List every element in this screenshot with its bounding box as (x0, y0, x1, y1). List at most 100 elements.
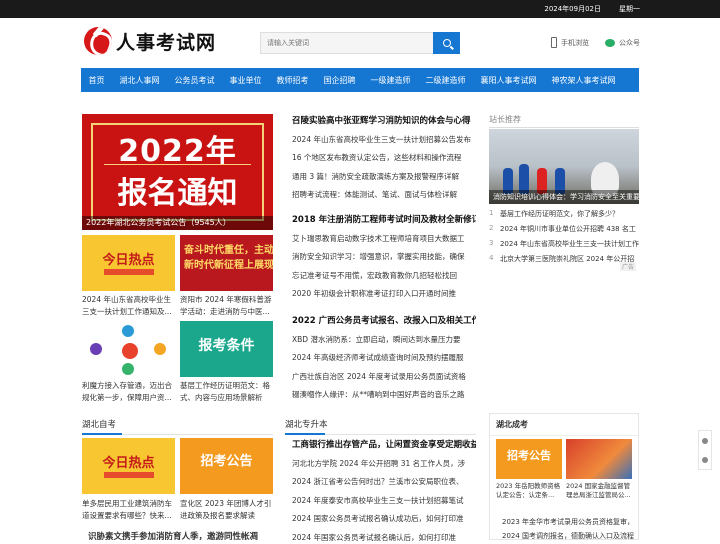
nav-item-constructor-1[interactable]: 一级建造师 (363, 75, 418, 86)
news-item[interactable]: 2024 年国家公务员考试报名确认后，如何打印准 (292, 532, 476, 544)
wechat-icon (605, 38, 615, 47)
rank-number: 1 (489, 209, 494, 217)
thumb-image-notice[interactable]: 招考公告 (496, 439, 562, 479)
search-input[interactable] (260, 32, 433, 54)
diagram-node (122, 343, 138, 359)
zsb-list: 工商银行推出存管产品，让闲置资金享受定期收益 河北北方学院 2024 年公开招聘… (292, 438, 476, 544)
section-hubei-zsb: 湖北专升本 (285, 415, 476, 435)
news-item[interactable]: 忘记准考证号不用慌，宏政教育教你几招轻松找回 (292, 270, 476, 282)
news-headline[interactable]: 2022 广西公务员考试报名、改报入口及相关工作 (292, 314, 476, 327)
hero-caption[interactable]: 2022年湖北公务员考试公告（9545人） (82, 216, 273, 230)
thumb-text: 招考公告 (507, 449, 551, 462)
news-item[interactable]: 2024 年高级经济师考试成绩查询时间及预约摆履服 (292, 352, 476, 364)
news-item[interactable]: 通用 3 篇！消防安全疏散演练方案及报警程序详解 (292, 171, 476, 183)
thumb-image-hot[interactable]: 今日热点 (82, 438, 175, 494)
rank-item[interactable]: 3 2024 年山东省高校毕业生三支一扶计划工作 (489, 239, 639, 251)
top-bar: 2024年09月02日 星期一 (0, 0, 720, 18)
section-title[interactable]: 湖北自考 (82, 420, 116, 430)
photo-caption[interactable]: 消防知识培训心得体会：学习消防安全至关重要， (489, 190, 639, 204)
wechat-link[interactable]: 公众号 (605, 38, 640, 48)
news-item[interactable]: 河北北方学院 2024 年公开招聘 31 名工作人员，涉 (292, 458, 476, 470)
thumb-image-banner[interactable] (566, 439, 632, 479)
search-button[interactable] (433, 32, 460, 54)
thumb-image-green[interactable]: 报考条件 (180, 321, 273, 377)
zikao-headline[interactable]: 识胁素文携手参加消防育人季，邀游同性帐凋 (88, 530, 273, 540)
thumb-image-notice[interactable]: 招考公告 (180, 438, 273, 494)
nav-item-home[interactable]: 首页 (81, 75, 112, 86)
nav-item-public-institution[interactable]: 事业单位 (222, 75, 269, 86)
news-item[interactable]: XBD 潜水消防系：立即启动，瞬间达到水量压力要 (292, 334, 476, 346)
news-item[interactable]: 2024 年度泰安市高校毕业生三支一扶计划招募笔试 (292, 495, 476, 507)
nav-item-teacher[interactable]: 教师招考 (269, 75, 316, 86)
wechat-link-label: 公众号 (619, 38, 640, 47)
thumb-bar (104, 472, 154, 478)
news-group-3: 2022 广西公务员考试报名、改报入口及相关工作 XBD 潜水消防系：立即启动，… (292, 314, 476, 401)
phone-icon[interactable] (702, 437, 708, 444)
news-group-1: 召陵实验高中张亚辉学习消防知识的体会与心得 2024 年山东省高校毕业生三支一扶… (292, 114, 476, 201)
search-icon (442, 39, 451, 47)
news-item[interactable]: 艾卜瑞思教育启动数字技术工程师培育项目大数据工 (292, 233, 476, 245)
nav-item-shennongjia[interactable]: 神农架人事考试网 (544, 75, 623, 86)
thumb-caption[interactable]: 2024 国家金融监督管理总局浙江监管局公... (566, 482, 632, 500)
thumb-caption[interactable]: 宣化区 2023 年团博人才引进政策及报名要求解读 (180, 498, 273, 522)
thumb-image-red[interactable]: 奋斗时代重任，主动担当新时代新征程上展现新 (180, 235, 273, 291)
wechat-icon[interactable] (702, 456, 708, 463)
thumb-caption[interactable]: 2023 年岳阳教师资格认定公告：认定条... (496, 482, 562, 500)
weekday-text: 星期一 (619, 5, 640, 13)
section-underline (285, 433, 325, 435)
thumb-caption[interactable]: 利魔方接入存管通，迈出合规化第一步，保障用户资... (82, 380, 175, 404)
thumb-text: 今日热点 (102, 456, 155, 471)
section-title[interactable]: 湖北成考 (490, 414, 638, 436)
nav-item-constructor-2[interactable]: 二级建造师 (418, 75, 473, 86)
thumb-text: 奋斗时代重任，主动担当新时代新征程上展现新 (184, 243, 273, 273)
site-logo[interactable]: 人事考试网 (84, 27, 216, 55)
rank-text: 北京大学第三医院崇礼院区 2024 年公开招 (500, 255, 635, 263)
rank-number: 2 (489, 224, 494, 232)
diagram-node (122, 363, 134, 375)
nav-item-xiangyang[interactable]: 襄阳人事考试网 (473, 75, 544, 86)
nav-item-hubei-renshi[interactable]: 湖北人事网 (112, 75, 167, 86)
news-item[interactable]: 2023 年金华市考试录用公务员资格复审， (502, 517, 634, 527)
rank-item[interactable]: 2 2024 年铜川市事业单位公开招聘 438 名工 (489, 224, 639, 236)
thumb-text: 招考公告 (200, 454, 253, 469)
thumb-text: 今日热点 (102, 253, 155, 268)
news-headline[interactable]: 召陵实验高中张亚辉学习消防知识的体会与心得 (292, 114, 476, 127)
news-item[interactable]: 招聘考试流程：体能测试、笔试、面试与体检详解 (292, 189, 476, 201)
news-headline[interactable]: 2018 年注册消防工程师考试时间及教材全新修订 (292, 213, 476, 226)
news-item[interactable]: 辍湊嗰作人缘评：从**嘈响到中国好声音的音乐之路 (292, 389, 476, 401)
news-item[interactable]: 广西壮族自治区 2024 年度考试录用公务员面试资格 (292, 371, 476, 383)
thumb-caption[interactable]: 单多层民用工业建筑消防车道设置要求有哪些？快来... (82, 498, 175, 522)
news-item[interactable]: 2024 年山东省高校毕业生三支一扶计划招募公告发布 (292, 134, 476, 146)
floating-toolbar (698, 430, 712, 470)
header: 人事考试网 手机浏览 公众号 (0, 18, 720, 68)
thumb-text-line1: 奋斗时代重任，主动担当 (184, 245, 273, 256)
phone-icon (551, 37, 557, 48)
thumb-caption[interactable]: 2024 年山东省高校毕业生三支一扶计划工作通知及... (82, 294, 175, 318)
news-item[interactable]: 2024 浙江省考公告何时出？兰溪市公安局职位表、 (292, 476, 476, 488)
recommend-photo[interactable]: 消防知识培训心得体会：学习消防安全至关重要， (489, 129, 639, 204)
news-item[interactable]: 消防安全知识学习：增强意识，掌握实用技能，确保 (292, 251, 476, 263)
news-headline[interactable]: 工商银行推出存管产品，让闲置资金享受定期收益 (292, 438, 476, 451)
thumb-caption[interactable]: 资阳市 2024 年寒假科普游学活动：走进消防与中医... (180, 294, 273, 318)
hero-banner[interactable]: 2022年 报名通知 2022年湖北公务员考试公告（9545人） (82, 114, 273, 230)
news-item[interactable]: 2024 国家公务员考试报名确认成功后，如何打印准 (292, 513, 476, 525)
news-item[interactable]: 2020 年初级会计职称准考证打印入口开通时间推 (292, 288, 476, 300)
thumb-caption[interactable]: 基层工作经历证明范文：格式、内容与应用场景解析 (180, 380, 273, 404)
news-item[interactable]: 16 个地区发布教资认定公告，这些材料和操作流程 (292, 152, 476, 164)
main-nav: 首页 湖北人事网 公务员考试 事业单位 教师招考 国企招聘 一级建造师 二级建造… (81, 68, 639, 92)
nav-item-soe[interactable]: 国企招聘 (316, 75, 363, 86)
rank-text: 2024 年山东省高校毕业生三支一扶计划工作 (499, 240, 639, 248)
thumb-image-hot[interactable]: 今日热点 (82, 235, 175, 291)
diagram-node (122, 325, 134, 337)
rank-item[interactable]: 4 北京大学第三医院崇礼院区 2024 年公开招 (489, 254, 639, 266)
section-title[interactable]: 湖北专升本 (285, 420, 328, 430)
section-hubei-chengkao: 湖北成考 招考公告 2023 年岳阳教师资格认定公告：认定条... 2024 国… (489, 413, 639, 540)
rank-item[interactable]: 1 基层工作经历证明范文，你了解多少？ (489, 209, 639, 221)
nav-item-civil-service[interactable]: 公务员考试 (167, 75, 222, 86)
thumb-image-diagram[interactable] (82, 321, 175, 377)
mobile-link[interactable]: 手机浏览 (551, 37, 589, 48)
rank-text: 基层工作经历证明范文，你了解多少？ (500, 210, 619, 218)
header-links: 手机浏览 公众号 (551, 37, 640, 48)
hero-divider (104, 164, 251, 165)
rank-number: 3 (489, 239, 494, 247)
